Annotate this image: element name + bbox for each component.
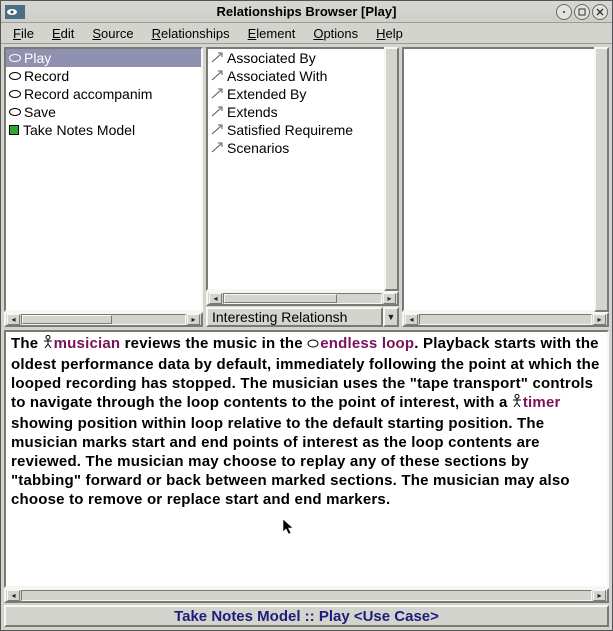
- menu-relationships[interactable]: Relationships: [143, 24, 239, 43]
- chevron-down-icon[interactable]: ▼: [383, 307, 399, 327]
- menu-element[interactable]: Element: [239, 24, 305, 43]
- list-item-label: Save: [24, 103, 56, 121]
- status-text: Take Notes Model :: Play <Use Case>: [174, 608, 439, 625]
- list-item-label: Record accompanim: [24, 85, 152, 103]
- list-item-label: Scenarios: [227, 139, 289, 157]
- list-item[interactable]: Associated With: [208, 67, 384, 85]
- description-fragment: The: [11, 335, 43, 352]
- relationships-vscroll[interactable]: [384, 47, 399, 291]
- usecase-icon: [9, 108, 21, 116]
- list-item-label: Play: [24, 49, 51, 67]
- usecase-icon: [307, 334, 319, 353]
- menu-edit[interactable]: Edit: [43, 24, 83, 43]
- list-item[interactable]: Scenarios: [208, 139, 384, 157]
- list-item-label: Associated With: [227, 67, 327, 85]
- list-item-label: Extended By: [227, 85, 306, 103]
- list-item[interactable]: Record accompanim: [6, 85, 201, 103]
- related-vscroll[interactable]: [594, 47, 609, 312]
- menubar: FileEditSourceRelationshipsElementOption…: [1, 23, 612, 44]
- list-item[interactable]: Play: [6, 49, 201, 67]
- list-item[interactable]: Satisfied Requireme: [208, 121, 384, 139]
- scroll-left-icon[interactable]: ◂: [405, 314, 418, 325]
- elements-hscroll[interactable]: ◂ ▸: [4, 312, 203, 327]
- scroll-right-icon[interactable]: ▸: [187, 314, 200, 325]
- list-item[interactable]: Extended By: [208, 85, 384, 103]
- hyperlink[interactable]: musician: [54, 335, 121, 352]
- list-item[interactable]: Extends: [208, 103, 384, 121]
- hyperlink[interactable]: endless loop: [320, 335, 414, 352]
- description-fragment: reviews the music in the: [120, 335, 307, 352]
- menu-source[interactable]: Source: [83, 24, 142, 43]
- menu-options[interactable]: Options: [304, 24, 367, 43]
- related-elements-list[interactable]: [402, 47, 594, 312]
- list-item-label: Associated By: [227, 49, 316, 67]
- scroll-right-icon[interactable]: ▸: [593, 590, 606, 601]
- list-item-label: Satisfied Requireme: [227, 121, 353, 139]
- actor-icon: [512, 393, 522, 412]
- list-item[interactable]: Save: [6, 103, 201, 121]
- package-icon: [9, 125, 19, 135]
- list-item-label: Take Notes Model: [23, 121, 135, 139]
- relationship-arrow-icon: [211, 52, 224, 64]
- relationships-list[interactable]: Associated ByAssociated WithExtended ByE…: [206, 47, 384, 291]
- menu-help[interactable]: Help: [367, 24, 412, 43]
- actor-icon: [43, 334, 53, 353]
- relationships-hscroll[interactable]: ◂ ▸: [206, 291, 399, 306]
- app-icon: [5, 4, 25, 20]
- scroll-left-icon[interactable]: ◂: [7, 314, 20, 325]
- statusbar: Take Notes Model :: Play <Use Case>: [4, 605, 609, 627]
- description-text[interactable]: The musician reviews the music in the en…: [4, 330, 609, 588]
- description-fragment: showing position within loop relative to…: [11, 415, 570, 508]
- list-item[interactable]: Record: [6, 67, 201, 85]
- relationship-arrow-icon: [211, 106, 224, 118]
- dropdown-value: Interesting Relationsh: [212, 309, 347, 325]
- usecase-icon: [9, 72, 21, 80]
- list-item[interactable]: Take Notes Model: [6, 121, 201, 139]
- relationship-arrow-icon: [211, 124, 224, 136]
- minimize-button[interactable]: [556, 4, 572, 20]
- titlebar[interactable]: Relationships Browser [Play]: [1, 1, 612, 23]
- usecase-icon: [9, 90, 21, 98]
- scroll-right-icon[interactable]: ▸: [593, 314, 606, 325]
- mouse-cursor-icon: [282, 518, 296, 536]
- hyperlink[interactable]: timer: [523, 394, 561, 411]
- list-item-label: Record: [24, 67, 69, 85]
- related-hscroll[interactable]: ◂ ▸: [402, 312, 609, 327]
- window-title: Relationships Browser [Play]: [1, 4, 612, 19]
- description-hscroll[interactable]: ◂ ▸: [4, 588, 609, 603]
- list-item-label: Extends: [227, 103, 278, 121]
- scroll-left-icon[interactable]: ◂: [209, 293, 222, 304]
- relationship-arrow-icon: [211, 88, 224, 100]
- list-item[interactable]: Associated By: [208, 49, 384, 67]
- elements-list[interactable]: PlayRecordRecord accompanimSaveTake Note…: [4, 47, 203, 312]
- scroll-left-icon[interactable]: ◂: [7, 590, 20, 601]
- close-button[interactable]: [592, 4, 608, 20]
- usecase-icon: [9, 54, 21, 62]
- relationship-arrow-icon: [211, 70, 224, 82]
- menu-file[interactable]: File: [4, 24, 43, 43]
- relationship-arrow-icon: [211, 142, 224, 154]
- maximize-button[interactable]: [574, 4, 590, 20]
- scroll-right-icon[interactable]: ▸: [383, 293, 396, 304]
- relationship-filter-dropdown[interactable]: Interesting Relationsh: [206, 307, 383, 327]
